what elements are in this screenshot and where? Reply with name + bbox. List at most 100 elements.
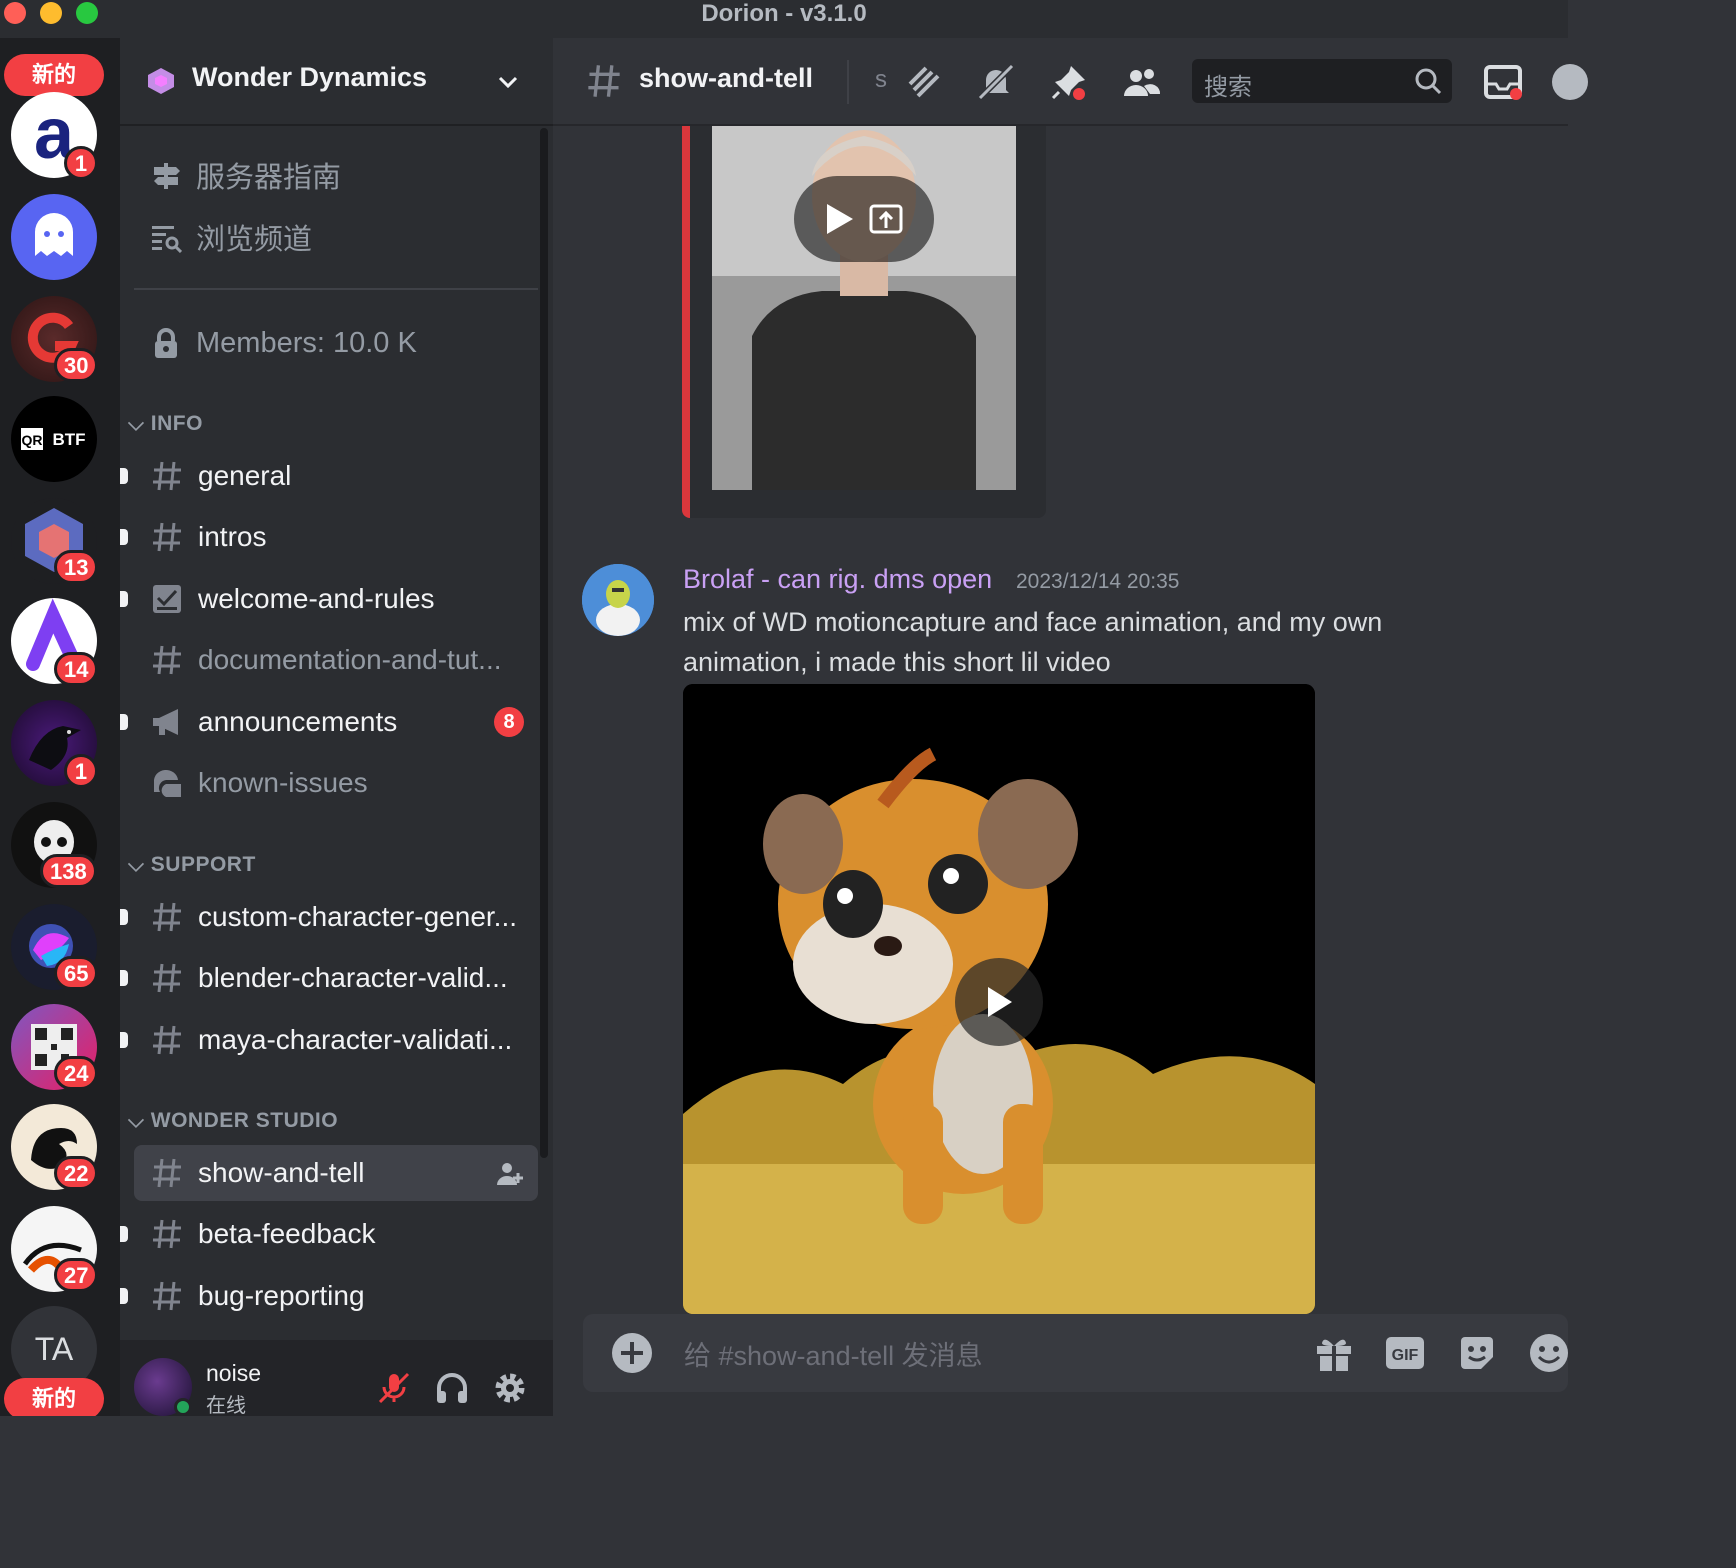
plus-circle-icon [612, 1333, 652, 1373]
hash-icon [588, 65, 620, 97]
mute-microphone-button[interactable] [374, 1368, 414, 1408]
category-info-label: INFO [150, 412, 203, 435]
category-support[interactable]: ⌵ SUPPORT [128, 853, 256, 877]
members-icon [1124, 69, 1161, 96]
message-list: Brolaf - can rig. dms open 2023/12/14 20… [553, 126, 1568, 1314]
signpost-icon [148, 157, 184, 193]
message-input[interactable]: 给 #show-and-tell 发消息 [684, 1334, 983, 1373]
gif-button[interactable]: GIF [1383, 1331, 1427, 1375]
channel-label: intros [198, 521, 267, 552]
channel-label: blender-character-valid... [198, 962, 508, 993]
search-icon [1415, 68, 1442, 95]
message-author[interactable]: Brolaf - can rig. dms open [683, 564, 992, 595]
svg-text:GIF: GIF [1392, 1347, 1419, 1364]
channel-blender-character[interactable]: blender-character-valid... [120, 950, 538, 1006]
sticker-button[interactable] [1455, 1331, 1499, 1375]
inbox-icon [1484, 65, 1522, 100]
channel-bug-reporting[interactable]: bug-reporting [120, 1268, 538, 1324]
sidebar-divider [134, 288, 538, 290]
member-list-button[interactable] [1120, 60, 1164, 104]
new-messages-pill-bottom[interactable]: 新的 [4, 1378, 104, 1416]
category-wonder-studio[interactable]: ⌵ WONDER STUDIO [128, 1109, 338, 1133]
channel-title: show-and-tell [639, 63, 813, 93]
server-badge: 1 [64, 754, 98, 788]
embedded-video[interactable] [712, 126, 1016, 490]
inbox-button[interactable] [1481, 60, 1525, 104]
gift-icon [1317, 1339, 1351, 1371]
deafen-button[interactable] [432, 1368, 472, 1408]
message-content: mix of WD motioncapture and face animati… [683, 607, 1383, 677]
sidebar-scrollbar[interactable] [540, 128, 548, 1158]
headphones-icon [437, 1373, 467, 1403]
unread-indicator [120, 1032, 128, 1048]
add-attachment-button[interactable] [610, 1331, 654, 1375]
channel-label: custom-character-gener... [198, 901, 518, 932]
unread-indicator [120, 1226, 128, 1242]
channel-beta-feedback[interactable]: beta-feedback [120, 1206, 538, 1262]
channel-announcements[interactable]: announcements 8 [120, 694, 538, 750]
server-badge: 24 [54, 1056, 99, 1090]
channel-general[interactable]: general [120, 448, 538, 504]
notification-settings-button[interactable] [974, 60, 1018, 104]
server-badge: 14 [54, 652, 99, 686]
channel-topic[interactable]: s [875, 66, 887, 94]
user-status-text: 在线 [206, 1395, 246, 1417]
server-icon-qrbtf[interactable]: QR BTF [11, 396, 97, 482]
user-settings-button[interactable] [490, 1368, 530, 1408]
browse-channels-link[interactable]: 浏览频道 [148, 212, 312, 262]
channel-label: general [198, 460, 292, 491]
browse-list-icon [148, 219, 184, 255]
unread-indicator [120, 1288, 128, 1304]
play-icon [827, 204, 853, 234]
window-title: Dorion - v3.1.0 [701, 0, 867, 27]
help-icon [1552, 64, 1588, 100]
gear-icon [495, 1373, 525, 1403]
search-placeholder: 搜索 [1204, 74, 1252, 101]
bell-muted-icon [977, 63, 1015, 101]
unread-indicator [120, 468, 128, 484]
video-play-overlay[interactable] [794, 176, 934, 262]
pinned-messages-button[interactable] [1047, 60, 1091, 104]
channel-label: maya-character-validati... [198, 1024, 513, 1055]
channel-known-issues[interactable]: known-issues [134, 755, 538, 811]
user-panel: noise 在线 [120, 1340, 553, 1417]
emoji-button[interactable] [1527, 1331, 1571, 1375]
unread-indicator [120, 591, 128, 607]
message-timestamp: 2023/12/14 20:35 [1016, 570, 1180, 593]
channel-welcome-and-rules[interactable]: welcome-and-rules [120, 571, 538, 627]
channel-show-and-tell[interactable]: show-and-tell [134, 1145, 538, 1201]
channel-intros[interactable]: intros [120, 509, 538, 565]
server-guide-link[interactable]: 服务器指南 [148, 150, 341, 200]
chat-header: show-and-tell s 搜索 [553, 38, 1588, 126]
channel-maya-character[interactable]: maya-character-validati... [120, 1012, 538, 1068]
channel-label: beta-feedback [198, 1218, 376, 1249]
help-button[interactable] [1548, 60, 1592, 104]
channel-label: documentation-and-tut... [198, 644, 502, 675]
rules-checkbox-icon [153, 585, 181, 613]
emoji-icon [1530, 1334, 1568, 1372]
gift-button[interactable] [1312, 1331, 1356, 1375]
server-badge: 27 [54, 1258, 99, 1292]
server-badge: 138 [40, 854, 97, 888]
threads-button[interactable] [902, 60, 946, 104]
server-icon-ghost[interactable] [11, 194, 97, 280]
video-play-button[interactable] [955, 958, 1043, 1046]
unread-indicator [120, 529, 128, 545]
category-support-label: SUPPORT [150, 853, 256, 876]
members-label: Members: 10.0 K [196, 326, 417, 359]
forum-icon [153, 769, 181, 797]
channel-custom-character[interactable]: custom-character-gener... [120, 889, 538, 945]
video-attachment[interactable] [683, 684, 1315, 1314]
server-badge: 65 [54, 956, 99, 990]
open-external-icon [869, 204, 903, 234]
invite-member-icon[interactable] [496, 1161, 524, 1187]
avatar[interactable] [582, 564, 654, 636]
unread-indicator [120, 909, 128, 925]
new-messages-pill-top[interactable]: 新的 [4, 54, 104, 96]
category-info[interactable]: ⌵ INFO [128, 412, 203, 436]
guild-header[interactable]: Wonder Dynamics [120, 38, 553, 126]
search-input[interactable]: 搜索 [1192, 59, 1452, 103]
channel-documentation[interactable]: documentation-and-tut... [134, 632, 538, 688]
channel-label: show-and-tell [198, 1157, 365, 1188]
hash-icon [153, 1025, 181, 1055]
